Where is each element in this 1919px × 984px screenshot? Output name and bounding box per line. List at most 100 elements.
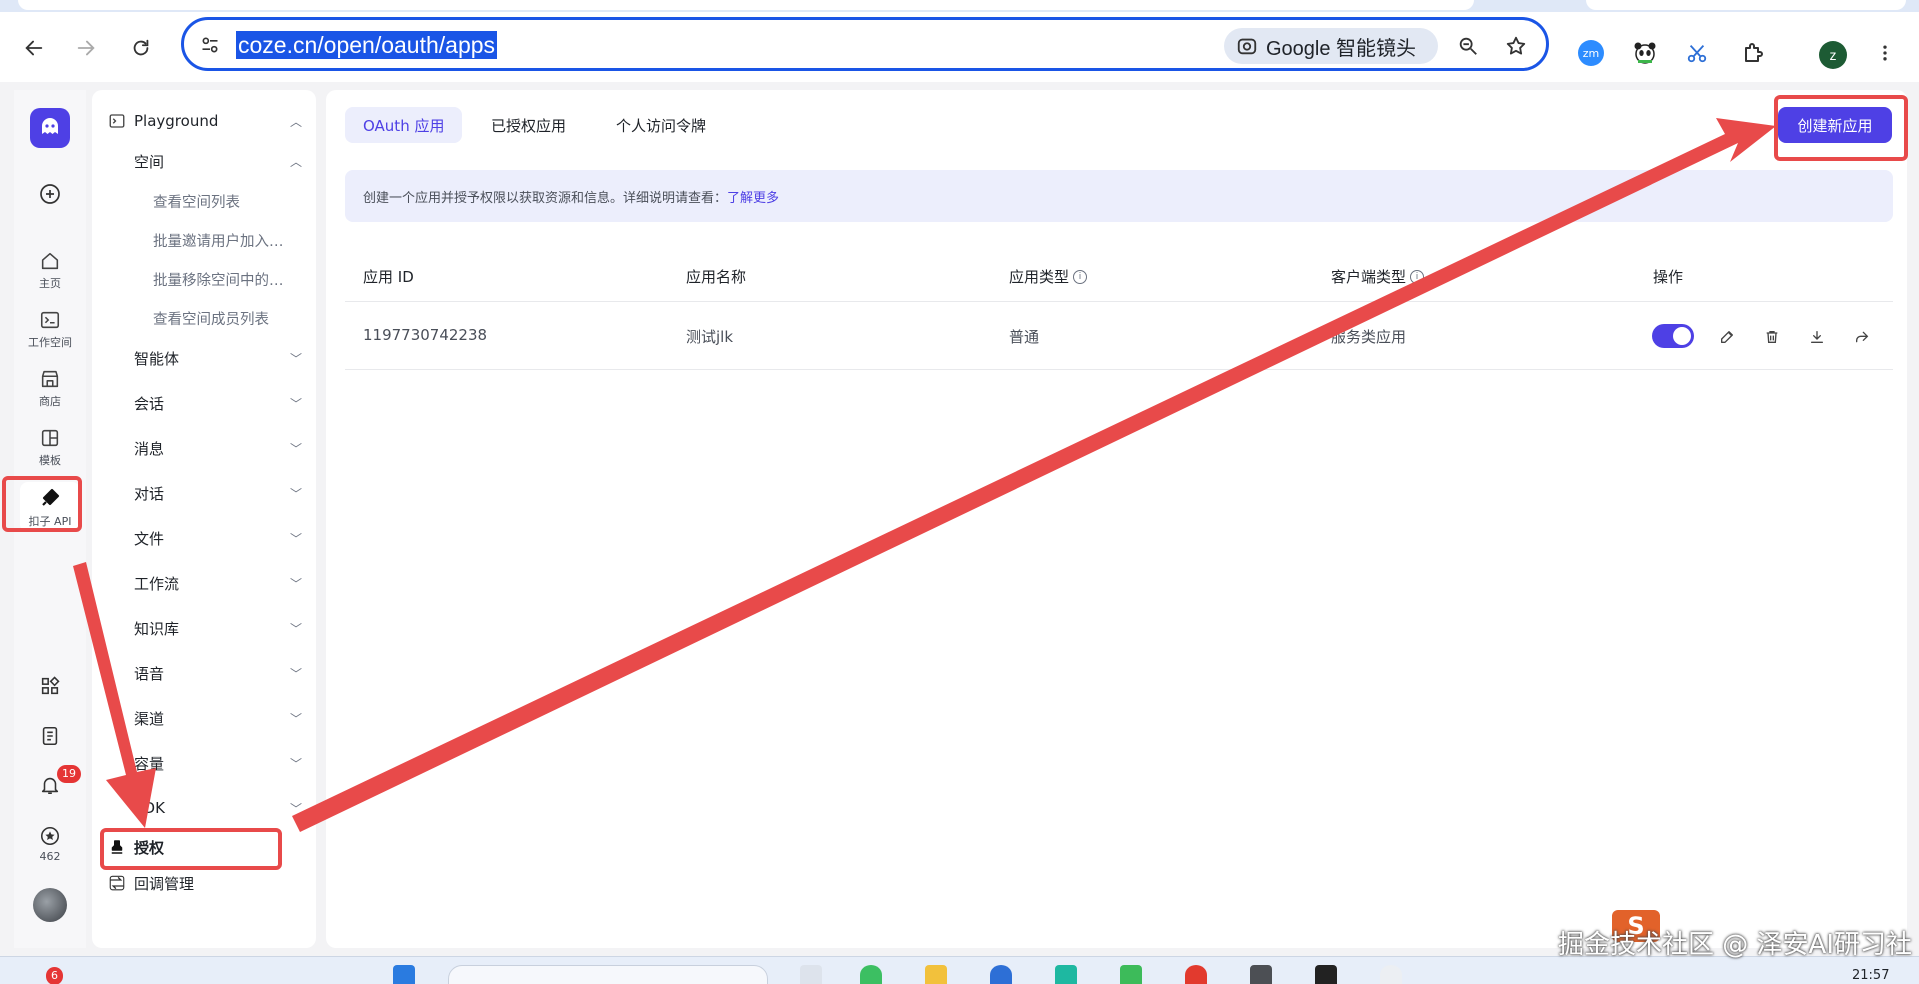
divider: [345, 369, 1893, 370]
lens-label: Google 智能镜头: [1266, 37, 1417, 60]
more-menu-icon[interactable]: [1870, 38, 1900, 68]
share-icon[interactable]: [1851, 326, 1873, 348]
column-header-app-id: 应用 ID: [363, 266, 414, 287]
sidebar-item-invite-users[interactable]: 批量邀请用户加入…: [92, 225, 316, 255]
highlight-api-rail: [2, 476, 82, 532]
download-icon[interactable]: [1806, 326, 1828, 348]
tab-group[interactable]: [1586, 0, 1906, 10]
info-icon[interactable]: i: [1410, 269, 1425, 284]
clock-time: 21:57: [1852, 968, 1890, 983]
browser-tabstrip: [0, 0, 1919, 12]
scissors-extension-icon[interactable]: [1682, 38, 1712, 68]
sidebar-item-workflow[interactable]: 工作流 ﹀: [92, 568, 316, 598]
back-icon[interactable]: [18, 32, 50, 64]
app-enabled-toggle[interactable]: [1652, 324, 1694, 348]
sidebar-item-playground[interactable]: Playground ︿: [92, 106, 316, 136]
sidebar-label: 语音: [134, 664, 165, 683]
sidebar-item-message[interactable]: 消息 ﹀: [92, 433, 316, 463]
sidebar-item-list-spaces[interactable]: 查看空间列表: [92, 186, 316, 216]
sidebar-item-bot[interactable]: 智能体 ﹀: [92, 343, 316, 373]
docs-icon[interactable]: [14, 725, 86, 747]
active-tab[interactable]: [18, 0, 1474, 10]
chevron-down-icon: ﹀: [289, 801, 302, 816]
address-bar[interactable]: coze.cn/open/oauth/apps Google 智能镜头: [181, 17, 1549, 71]
browser-toolbar: coze.cn/open/oauth/apps Google 智能镜头 zm z: [0, 12, 1919, 82]
rail-item-workspace[interactable]: 工作空间: [14, 309, 86, 350]
info-banner: 创建一个应用并授予权限以获取资源和信息。详细说明请查看： 了解更多: [345, 170, 1893, 222]
create-plus-icon[interactable]: [14, 182, 86, 206]
store-icon: [41, 370, 59, 388]
bookmark-star-icon[interactable]: [1502, 32, 1530, 60]
star-badge-icon: [40, 826, 60, 846]
reload-icon[interactable]: [125, 32, 157, 64]
sidebar-label: SDK: [134, 799, 165, 817]
taskbar-badge: 6: [46, 967, 63, 984]
edge-icon[interactable]: [990, 965, 1012, 984]
folder-icon[interactable]: [925, 965, 947, 984]
taskbar-app-icon[interactable]: [800, 965, 822, 984]
sidebar-item-conversation[interactable]: 会话 ﹀: [92, 388, 316, 418]
rail-label-template: 模板: [39, 454, 61, 467]
sidebar-label: 批量邀请用户加入…: [153, 233, 284, 250]
sidebar-label: 查看空间成员列表: [153, 311, 269, 328]
tab-label: 已授权应用: [491, 116, 567, 135]
pycharm-icon[interactable]: [1055, 965, 1077, 984]
tab-personal-tokens[interactable]: 个人访问令牌: [598, 107, 724, 143]
sidebar-item-voice[interactable]: 语音 ﹀: [92, 658, 316, 688]
edit-icon[interactable]: [1716, 326, 1738, 348]
google-lens-chip[interactable]: Google 智能镜头: [1224, 28, 1438, 64]
apps-grid-icon[interactable]: [14, 675, 86, 697]
chrome-icon[interactable]: [1185, 965, 1207, 984]
taskbar-app-icon[interactable]: [1380, 965, 1402, 984]
taskbar-search[interactable]: [448, 965, 768, 984]
sidebar-item-space[interactable]: 空间 ︿: [92, 146, 316, 176]
panda-extension-icon[interactable]: [1630, 38, 1660, 68]
coze-logo[interactable]: [30, 108, 70, 148]
sidebar-item-remove-users[interactable]: 批量移除空间中的…: [92, 264, 316, 294]
sidebar-item-callback[interactable]: 回调管理: [92, 868, 316, 898]
profile-avatar[interactable]: z: [1819, 41, 1847, 69]
watermark-text: 掘金技术社区 @ 泽安AI研习社: [1558, 930, 1912, 960]
url-text[interactable]: coze.cn/open/oauth/apps: [236, 31, 498, 59]
forward-icon[interactable]: [70, 32, 102, 64]
windows-start-icon[interactable]: [393, 965, 415, 984]
sidebar-item-knowledge[interactable]: 知识库 ﹀: [92, 613, 316, 643]
sidebar-item-file[interactable]: 文件 ﹀: [92, 523, 316, 553]
info-icon[interactable]: i: [1073, 269, 1088, 284]
rail-item-home[interactable]: 主页: [14, 250, 86, 291]
zm-label: zm: [1578, 40, 1604, 66]
sidebar-item-channel[interactable]: 渠道 ﹀: [92, 703, 316, 733]
sidebar-label: 文件: [134, 529, 165, 548]
chevron-down-icon: ﹀: [289, 396, 302, 411]
wechat-icon[interactable]: [860, 965, 882, 984]
rail-item-stars[interactable]: 462: [14, 825, 86, 863]
sidebar-item-capacity[interactable]: 容量 ﹀: [92, 748, 316, 778]
zoom-extension-icon[interactable]: zm: [1576, 38, 1606, 68]
avatar-image: [33, 888, 67, 922]
site-info-icon[interactable]: [198, 33, 222, 57]
extensions-puzzle-icon[interactable]: [1738, 38, 1768, 68]
sidebar-label: 智能体: [134, 349, 180, 368]
zoom-icon[interactable]: [1454, 32, 1482, 60]
sidebar-item-list-members[interactable]: 查看空间成员列表: [92, 303, 316, 333]
header-label: 应用名称: [686, 268, 747, 286]
taskbar-app-icon[interactable]: [1120, 965, 1142, 984]
delete-icon[interactable]: [1761, 326, 1783, 348]
sidebar-item-chat[interactable]: 对话 ﹀: [92, 478, 316, 508]
sidebar-label: 会话: [134, 394, 165, 413]
chevron-down-icon: ﹀: [289, 351, 302, 366]
rail-item-store[interactable]: 商店: [14, 368, 86, 409]
rail-label-workspace: 工作空间: [28, 336, 72, 349]
taskbar-app-icon[interactable]: [1315, 965, 1337, 984]
learn-more-link[interactable]: 了解更多: [727, 187, 779, 206]
chevron-down-icon: ﹀: [289, 711, 302, 726]
sidebar-item-sdk[interactable]: SDK ﹀: [92, 793, 316, 823]
sidebar-label-space: 空间: [134, 152, 165, 171]
sidebar-label: 工作流: [134, 574, 180, 593]
rail-item-template[interactable]: 模板: [14, 427, 86, 468]
tab-authorized-apps[interactable]: 已授权应用: [473, 107, 584, 143]
taskbar-app-icon[interactable]: [1250, 965, 1272, 984]
chevron-up-icon: ︿: [289, 154, 302, 169]
user-avatar[interactable]: [14, 888, 86, 922]
tab-oauth-apps[interactable]: OAuth 应用: [345, 107, 463, 143]
